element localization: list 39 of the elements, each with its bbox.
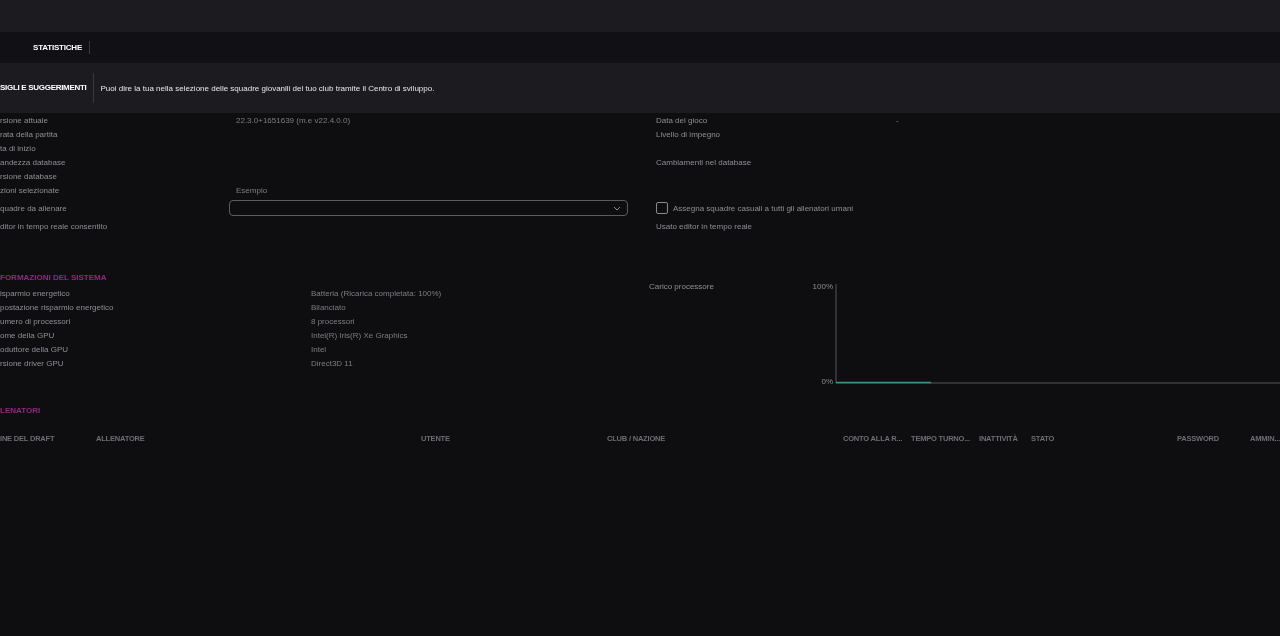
info-label: Livello di impegno: [656, 129, 721, 139]
info-label: rsione driver GPU: [0, 358, 65, 368]
info-label: isparmio energetico: [0, 288, 71, 298]
info-value: Intel: [311, 344, 328, 354]
tips-title: SIGLI E SUGGERIMENTI: [0, 73, 95, 103]
axis-label: 0%: [821, 377, 833, 386]
checkbox[interactable]: [656, 202, 668, 214]
info-label: Usato editor in tempo reale: [656, 221, 753, 231]
section-title: FORMAZIONI DEL SISTEMA: [0, 273, 108, 284]
info-label: postazione risparmio energetico: [0, 302, 115, 312]
info-label: zioni selezionate: [0, 185, 61, 195]
info-label: ome della GPU: [0, 330, 56, 340]
info-value: -: [896, 115, 899, 125]
info-label: quadre da allenare: [0, 203, 68, 213]
info-value: Bilanciato: [311, 302, 347, 312]
checkbox-label: Assegna squadre casuali a tutti gli allenatori umani: [673, 203, 854, 213]
tip-text: Puoi dire la tua nella selezione delle squadre giovanili del tuo club tramite il Centro di sviluppo.: [99, 83, 435, 93]
team-dropdown[interactable]: [229, 200, 628, 216]
info-label: rsione database: [0, 171, 58, 181]
nav-tab[interactable]: STATISTICHE: [26, 41, 91, 54]
info-value: Batteria (Ricarica completata: 100%): [311, 288, 443, 298]
info-value: Intel(R) Iris(R) Xe Graphics: [311, 330, 409, 340]
info-label: ditor in tempo reale consentito: [0, 221, 109, 231]
info-value: 8 processori: [311, 316, 356, 326]
info-label: Data del gioco: [656, 115, 708, 125]
info-label: rsione attuale: [0, 115, 50, 125]
info-label: umero di processori: [0, 316, 72, 326]
info-label: Carico processore: [649, 282, 715, 293]
info-label: andezza database: [0, 157, 67, 167]
info-label: oduttore della GPU: [0, 344, 70, 354]
section-title: LENATORI: [0, 406, 42, 417]
info-label: ta di inizio: [0, 143, 37, 153]
chevron-down-icon: [613, 205, 621, 211]
info-label: Cambiamenti nel database: [656, 157, 752, 167]
info-value: Esempio: [236, 185, 268, 195]
info-value: Direct3D 11: [311, 358, 354, 368]
info-value: 22.3.0+1651639 (m.e v22.4.0.0): [236, 115, 351, 125]
axis-label: 100%: [812, 282, 833, 291]
info-label: rata della partita: [0, 129, 59, 139]
